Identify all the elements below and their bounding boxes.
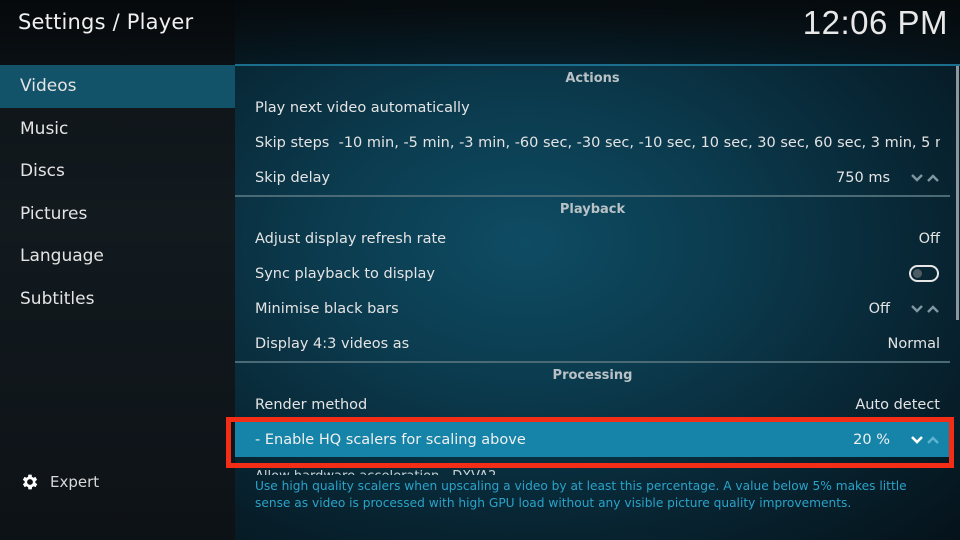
- setting-label: Minimise black bars: [255, 300, 399, 317]
- page-title: Settings / Player: [18, 10, 194, 34]
- gear-icon: [22, 474, 38, 490]
- setting-display-4-3[interactable]: Display 4:3 videos as Normal: [235, 326, 950, 361]
- group-header-playback: Playback: [235, 195, 950, 221]
- setting-value: -10 min, -5 min, -3 min, -60 sec, -30 se…: [338, 134, 940, 151]
- setting-label: Skip delay: [255, 169, 331, 186]
- setting-minimise-black-bars[interactable]: Minimise black bars Off: [235, 291, 950, 326]
- toggle-switch[interactable]: [909, 265, 939, 282]
- setting-value: 20 %: [853, 431, 890, 448]
- setting-value: 750 ms: [836, 169, 890, 186]
- setting-label: Render method: [255, 396, 368, 413]
- sidebar: Videos Music Discs Pictures Language Sub…: [0, 65, 235, 320]
- setting-sync-playback[interactable]: Sync playback to display: [235, 256, 950, 291]
- expert-level-button[interactable]: Expert: [20, 471, 99, 493]
- setting-value: Normal: [887, 335, 940, 352]
- settings-list: Actions Play next video automatically Sk…: [235, 66, 950, 457]
- setting-value: Off: [868, 300, 890, 317]
- sidebar-item-language[interactable]: Language: [0, 235, 235, 278]
- setting-adjust-refresh-rate[interactable]: Adjust display refresh rate Off: [235, 221, 950, 256]
- setting-skip-delay[interactable]: Skip delay 750 ms: [235, 160, 950, 195]
- spinner: [908, 173, 940, 183]
- setting-play-next-video[interactable]: Play next video automatically: [235, 90, 950, 125]
- sidebar-item-discs[interactable]: Discs: [0, 150, 235, 193]
- chevron-down-icon[interactable]: [910, 304, 924, 314]
- setting-description: Use high quality scalers when upscaling …: [255, 479, 907, 510]
- partial-setting-row: Allow hardware acceleration - DXVA2: [255, 469, 955, 475]
- spinner: [908, 435, 940, 445]
- group-header-processing: Processing: [235, 361, 950, 387]
- setting-value: Off: [918, 230, 940, 247]
- group-header-actions: Actions: [565, 71, 620, 86]
- chevron-up-icon[interactable]: [926, 173, 940, 183]
- setting-value: Auto detect: [855, 396, 940, 413]
- setting-skip-steps[interactable]: Skip steps -10 min, -5 min, -3 min, -60 …: [235, 125, 950, 160]
- setting-render-method[interactable]: Render method Auto detect: [235, 387, 950, 422]
- sidebar-item-subtitles[interactable]: Subtitles: [0, 278, 235, 321]
- toggle-knob: [913, 269, 922, 278]
- chevron-down-icon[interactable]: [910, 435, 924, 445]
- scrollbar[interactable]: [956, 66, 959, 320]
- chevron-up-icon[interactable]: [926, 304, 940, 314]
- setting-label: Adjust display refresh rate: [255, 230, 447, 247]
- expert-label: Expert: [50, 473, 100, 491]
- setting-label: Play next video automatically: [255, 99, 470, 116]
- setting-label: - Enable HQ scalers for scaling above: [255, 431, 526, 448]
- sidebar-item-videos[interactable]: Videos: [0, 65, 235, 108]
- sidebar-item-music[interactable]: Music: [0, 108, 235, 151]
- setting-label: Sync playback to display: [255, 265, 435, 282]
- chevron-up-icon[interactable]: [926, 435, 940, 445]
- spinner: [908, 304, 940, 314]
- setting-hq-scalers[interactable]: - Enable HQ scalers for scaling above 20…: [235, 422, 950, 457]
- setting-label: Skip steps -10 min, -5 min, -3 min, -60 …: [255, 135, 940, 151]
- clock: 12:06 PM: [802, 4, 948, 41]
- setting-label: Display 4:3 videos as: [255, 335, 410, 352]
- chevron-down-icon[interactable]: [910, 173, 924, 183]
- sidebar-item-pictures[interactable]: Pictures: [0, 193, 235, 236]
